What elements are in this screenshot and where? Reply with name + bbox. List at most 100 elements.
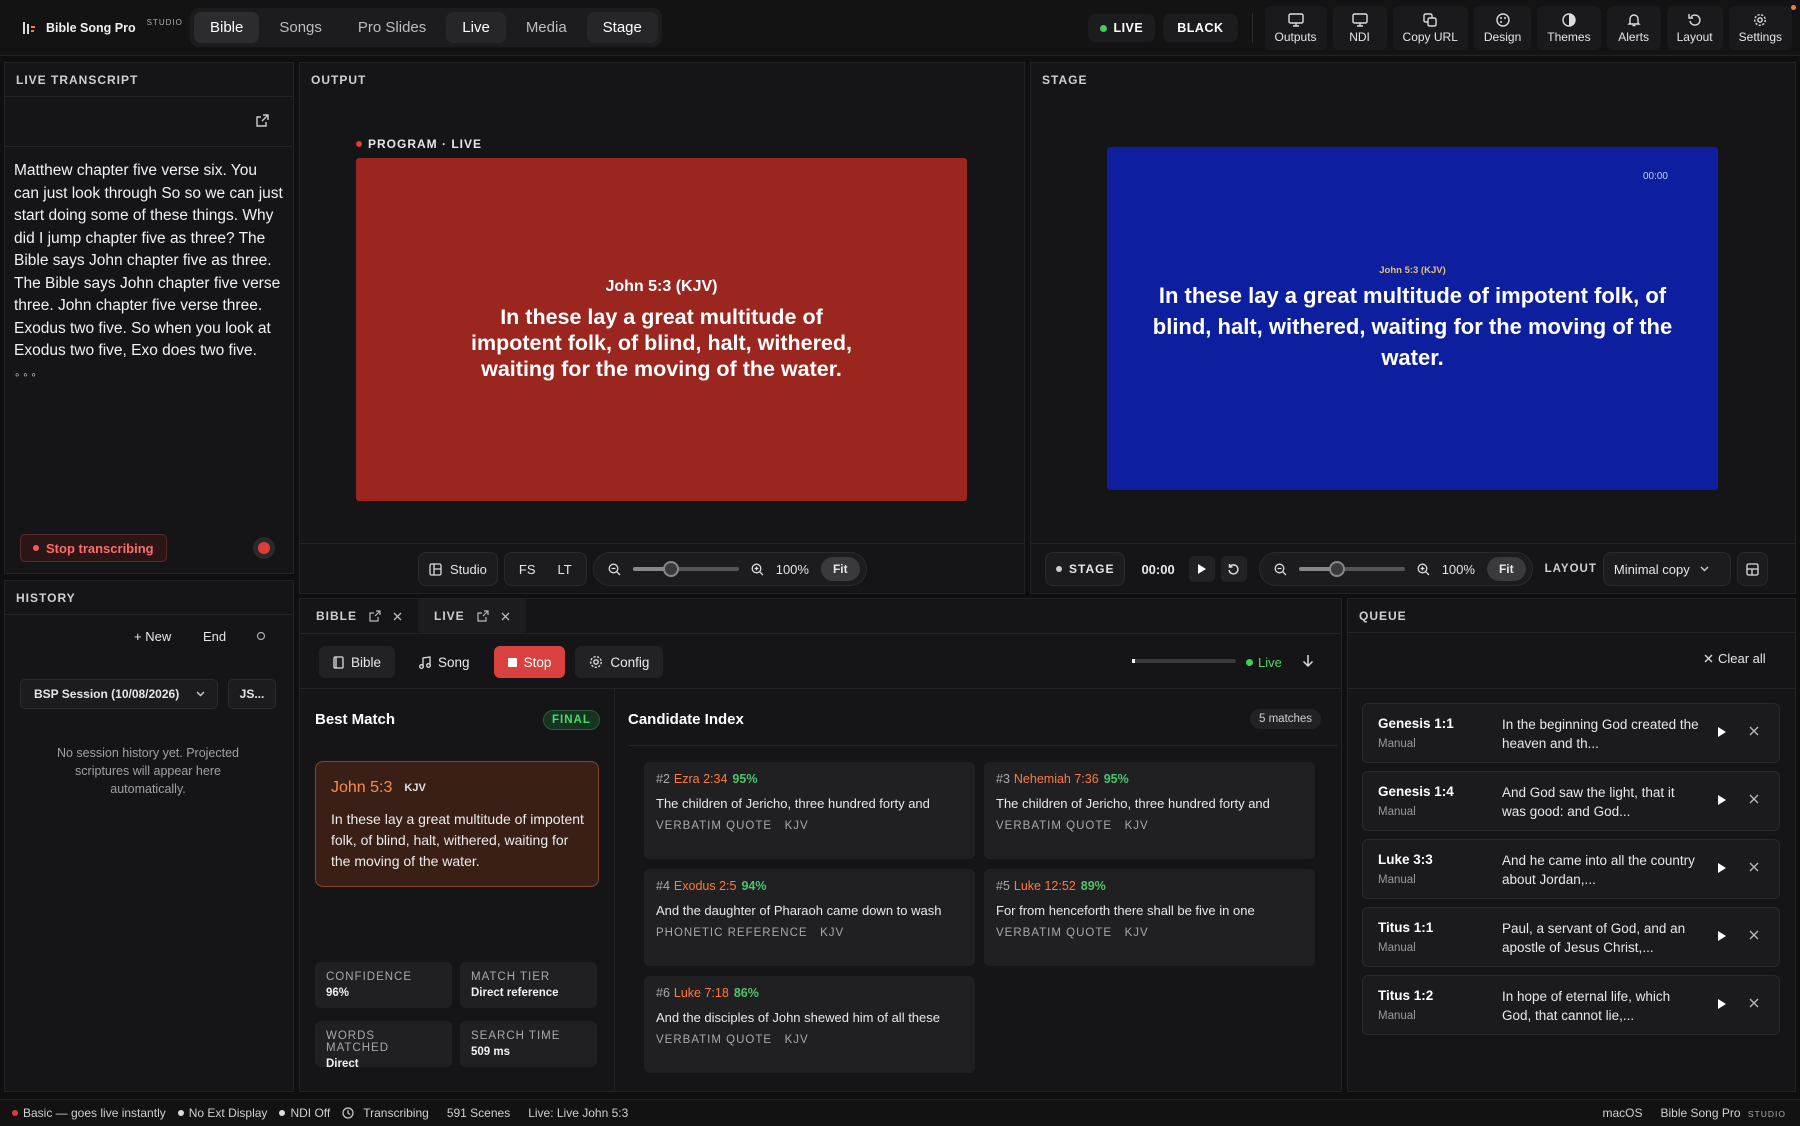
record-button[interactable] (253, 537, 275, 559)
js-button[interactable]: JS... (228, 679, 276, 709)
rec-dot-icon (33, 545, 39, 551)
nav-tab-media[interactable]: Media (510, 12, 583, 43)
studio-label: Studio (450, 561, 487, 577)
song-mode-button[interactable]: Song (405, 646, 484, 678)
new-session-button[interactable]: + New (134, 629, 171, 644)
best-match-card[interactable]: John 5:3 KJV In these lay a great multit… (315, 761, 599, 887)
candidate-meta: VERBATIM QUOTE KJV (656, 820, 809, 832)
chevron-down-icon (1700, 566, 1709, 572)
status-mode-label: Basic — goes live instantly (23, 1106, 166, 1120)
play-icon[interactable] (1717, 998, 1727, 1010)
popout-icon[interactable] (369, 610, 381, 622)
candidate-meta: VERBATIM QUOTE KJV (656, 1034, 809, 1046)
status-transcribing: Transcribing (342, 1106, 429, 1120)
close-icon[interactable] (393, 612, 402, 621)
candidate-card[interactable]: #5 Luke 12:52 89% For from henceforth ther… (984, 869, 1315, 966)
queue-item[interactable]: Luke 3:3 Manual And he came into all the… (1362, 839, 1780, 899)
end-session-button[interactable]: End (203, 629, 226, 644)
history-panel: HISTORY (4, 580, 294, 1092)
design-button[interactable]: Design (1473, 6, 1532, 50)
stop-detection-button[interactable]: Stop (493, 646, 566, 678)
copy-url-button[interactable]: Copy URL (1392, 6, 1468, 50)
scroll-down-icon[interactable] (1302, 654, 1314, 668)
candidate-card[interactable]: #4 Exodus 2:5 94% And the daughter of Phar… (644, 869, 975, 966)
nav-tab-stage[interactable]: Stage (586, 12, 658, 43)
words-matched-value: Direct (326, 1058, 359, 1070)
monitor-icon (1287, 12, 1304, 27)
queue-item[interactable]: Titus 1:1 Manual Paul, a servant of God,… (1362, 907, 1780, 967)
candidate-pct: 95% (732, 772, 758, 786)
stage-toggle[interactable]: STAGE (1045, 552, 1126, 586)
timer-reset-button[interactable] (1220, 556, 1247, 582)
stage-fit-button[interactable]: Fit (1486, 557, 1526, 581)
queue-item[interactable]: Genesis 1:4 Manual And God saw the light… (1362, 771, 1780, 831)
transcript-title: LIVE TRANSCRIPT (5, 63, 293, 97)
zoom-out-icon[interactable] (1274, 563, 1287, 576)
bible-mode-button[interactable]: Bible (319, 646, 396, 678)
queue-item[interactable]: Genesis 1:1 Manual In the beginning God … (1362, 703, 1780, 763)
zoom-out-icon[interactable] (608, 563, 621, 576)
clear-all-button[interactable]: Clear all (1704, 651, 1766, 666)
status-live-item: Live: Live John 5:3 (528, 1106, 629, 1120)
studio-button[interactable]: Studio (418, 552, 498, 586)
close-icon[interactable] (501, 612, 510, 621)
bible-mode-label: Bible (351, 654, 382, 670)
ndi-button[interactable]: NDI (1332, 6, 1387, 50)
sync-icon[interactable] (256, 631, 266, 641)
lt-button[interactable]: LT (558, 562, 572, 577)
black-button[interactable]: BLACK (1163, 14, 1238, 42)
zoom-in-icon[interactable] (1417, 563, 1430, 576)
stage-layout-select[interactable]: Minimal copy (1602, 552, 1731, 586)
candidate-card[interactable]: #2 Ezra 2:34 95% The children of Jericho, … (644, 762, 975, 859)
slider-knob[interactable] (662, 561, 679, 577)
remove-icon[interactable] (1749, 794, 1759, 804)
nav-tab-live[interactable]: Live (446, 12, 506, 43)
tab-live[interactable]: LIVE (418, 599, 526, 633)
play-icon[interactable] (1717, 726, 1727, 738)
play-icon[interactable] (1717, 794, 1727, 806)
fs-button[interactable]: FS (519, 562, 536, 577)
history-title: HISTORY (5, 581, 293, 615)
output-zoom-slider[interactable] (632, 561, 739, 577)
stop-transcribing-button[interactable]: Stop transcribing (20, 534, 167, 562)
remove-icon[interactable] (1749, 930, 1759, 940)
candidate-card[interactable]: #6 Luke 7:18 86% And the disciples of John… (644, 976, 975, 1073)
stop-icon (507, 657, 517, 667)
themes-button[interactable]: Themes (1537, 6, 1601, 50)
settings-button[interactable]: Settings (1728, 6, 1792, 50)
play-icon[interactable] (1717, 862, 1727, 874)
slider-knob[interactable] (1328, 561, 1345, 577)
alerts-button[interactable]: Alerts (1606, 6, 1661, 50)
zoom-in-icon[interactable] (751, 563, 764, 576)
ndi-monitor-icon (1351, 12, 1368, 27)
remove-icon[interactable] (1749, 998, 1759, 1008)
output-fit-button[interactable]: Fit (820, 557, 860, 581)
popout-icon[interactable] (477, 610, 489, 622)
timer-play-button[interactable] (1188, 556, 1215, 582)
stage-zoom-slider[interactable] (1298, 561, 1405, 577)
session-select[interactable]: BSP Session (10/08/2026) (20, 679, 218, 709)
tab-live-label: LIVE (434, 609, 465, 623)
tab-bible[interactable]: BIBLE (300, 599, 418, 633)
candidate-text: And the disciples of John shewed him of … (656, 1010, 941, 1025)
search-time-stat: SEARCH TIME 509 ms (460, 1021, 597, 1067)
nav-tab-bible[interactable]: Bible (194, 12, 260, 43)
remove-icon[interactable] (1749, 726, 1759, 736)
stage-layout-grid-button[interactable] (1736, 552, 1768, 586)
queue-item[interactable]: Titus 1:2 Manual In hope of eternal life… (1362, 975, 1780, 1035)
stage-layout-label: LAYOUT (1544, 563, 1597, 575)
candidate-text: And the daughter of Pharaoh came down to… (656, 903, 942, 918)
output-zoom-value: 100% (775, 561, 809, 577)
layout-button[interactable]: Layout (1666, 6, 1723, 50)
remove-icon[interactable] (1749, 862, 1759, 872)
nav-tab-songs[interactable]: Songs (263, 12, 338, 43)
nav-tab-pro-slides[interactable]: Pro Slides (342, 12, 442, 43)
candidate-card[interactable]: #3 Nehemiah 7:36 95% The children of Jeric… (984, 762, 1315, 859)
live-toggle[interactable]: LIVE (1088, 14, 1156, 42)
candidate-pct: 94% (741, 879, 767, 893)
play-icon[interactable] (1717, 930, 1727, 942)
outputs-button[interactable]: Outputs (1264, 6, 1327, 50)
final-badge: FINAL (543, 710, 600, 730)
popout-icon[interactable] (255, 113, 270, 128)
config-button[interactable]: Config (575, 646, 664, 678)
